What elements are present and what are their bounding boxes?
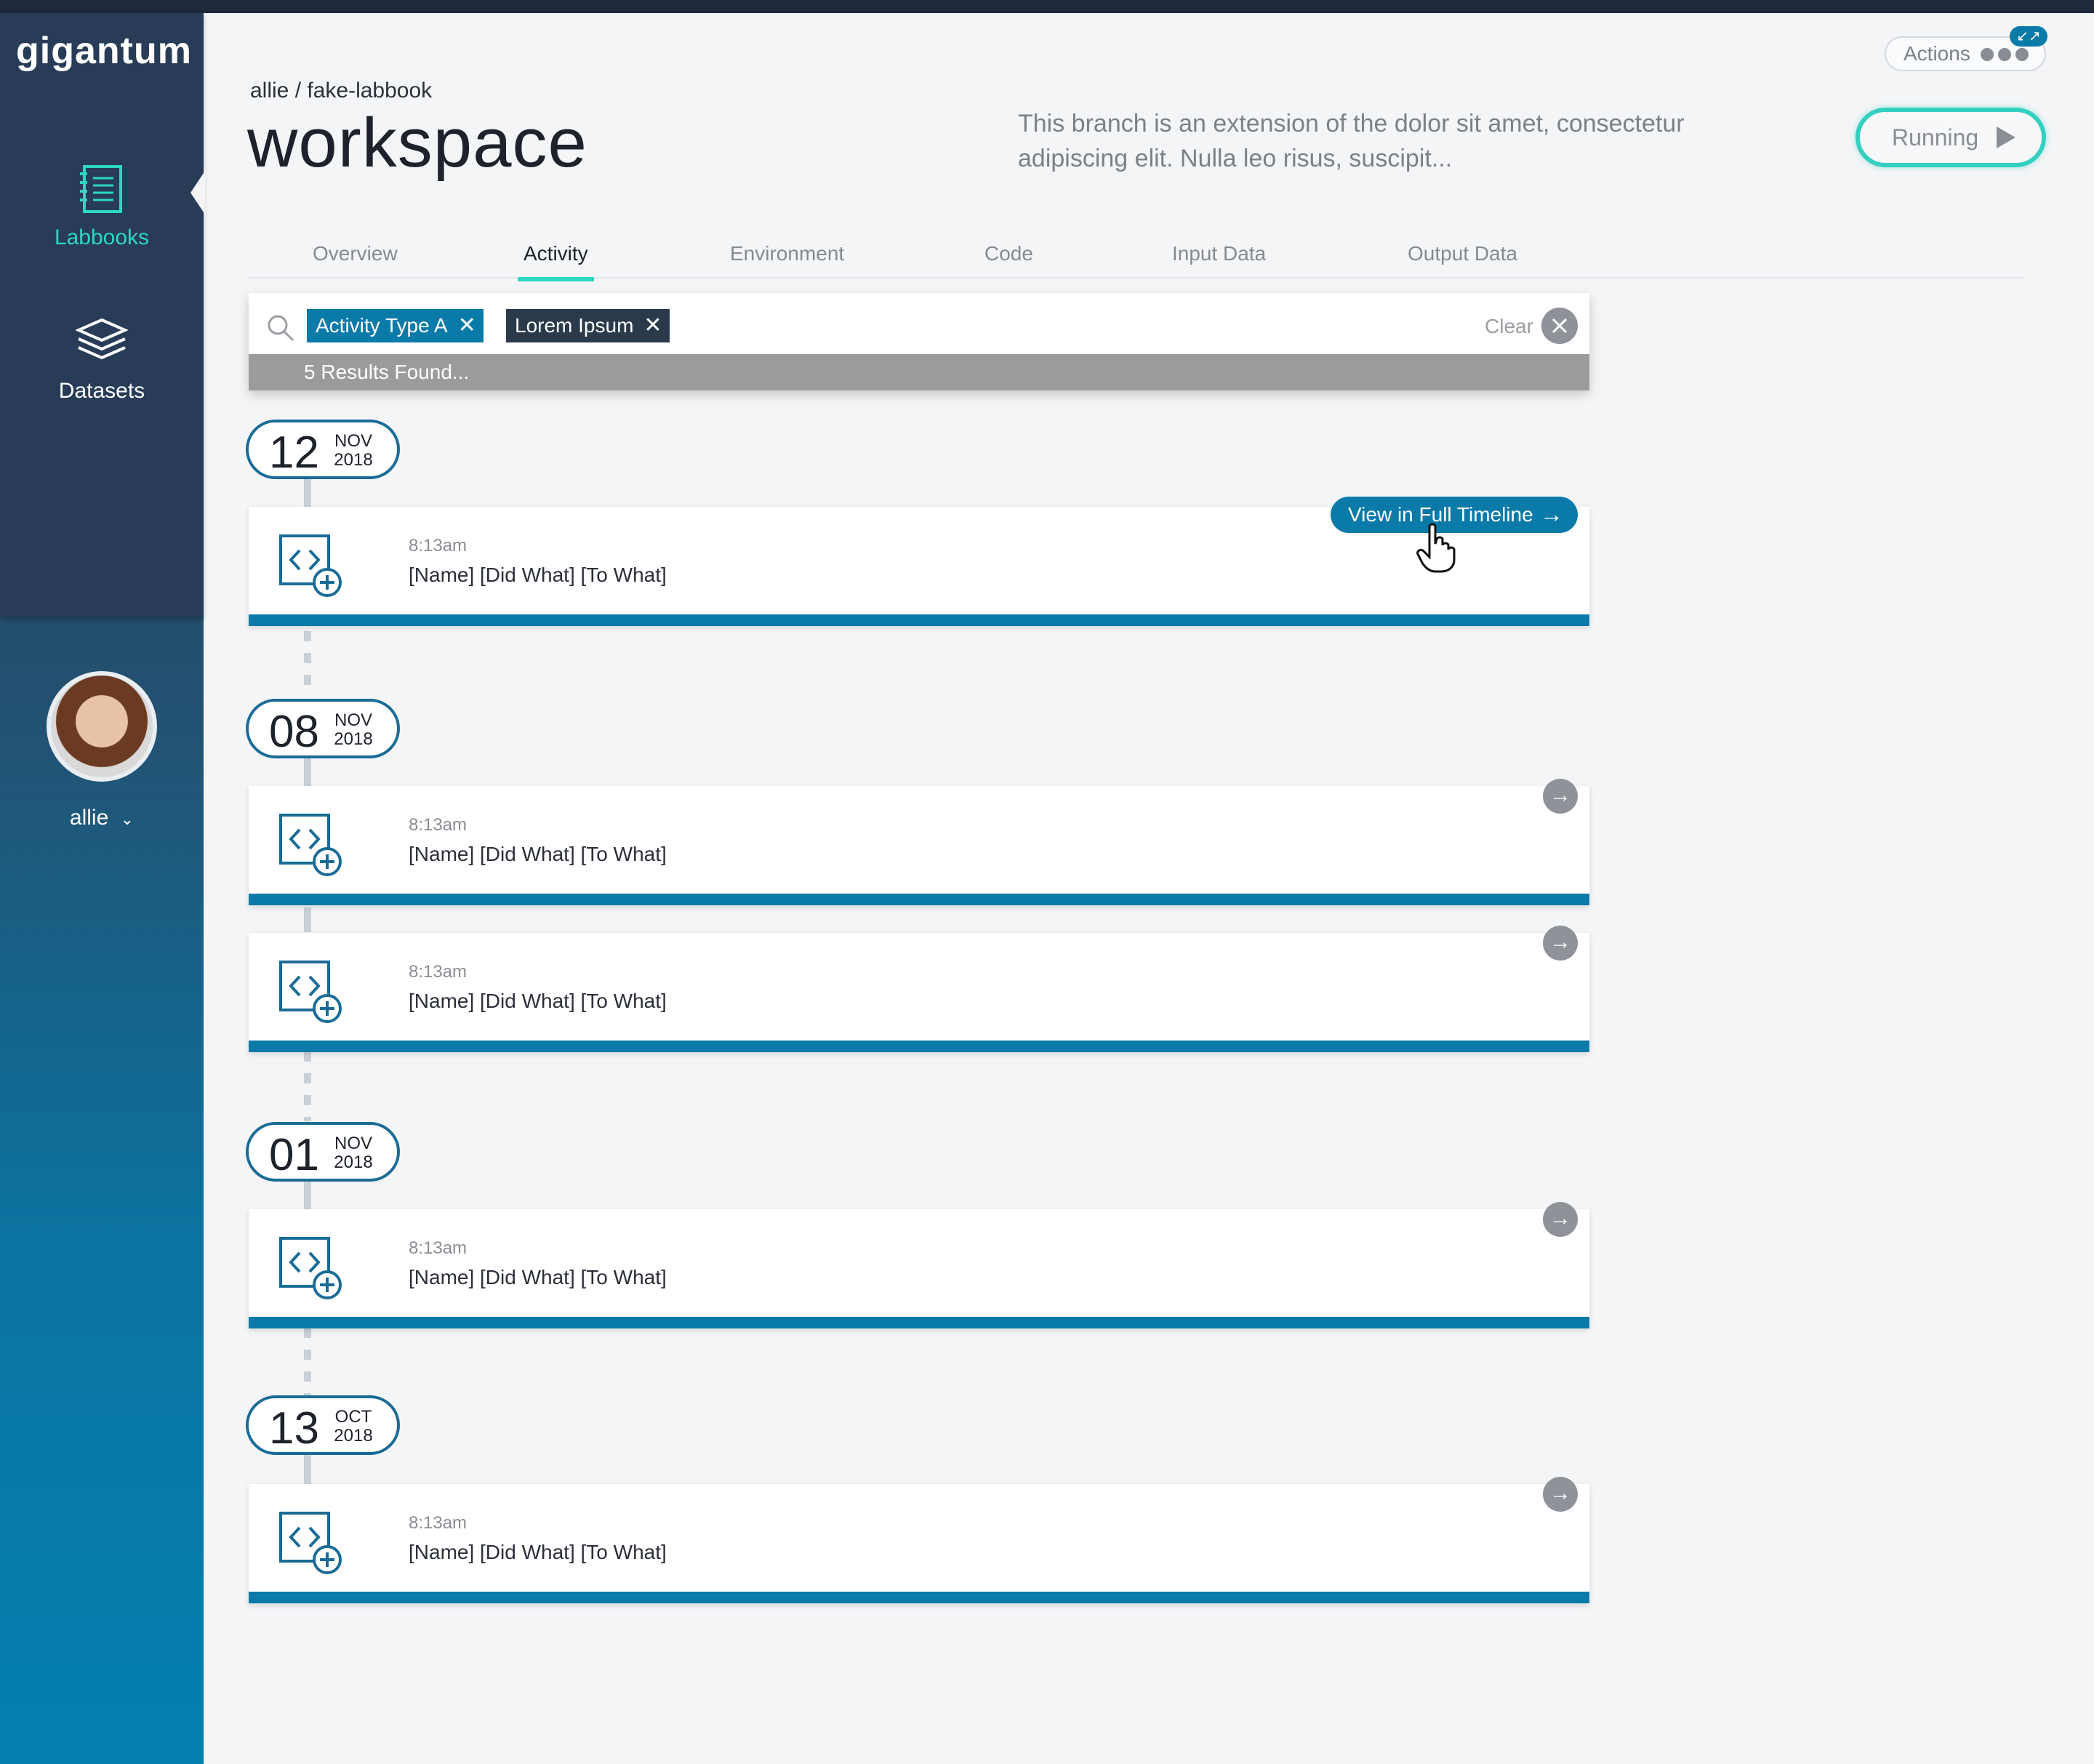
date-day: 13 [269,1403,319,1454]
date-year: 2018 [334,729,373,749]
activity-card[interactable]: 8:13am [Name] [Did What] [To What] → [249,779,1589,905]
sidebar-item-datasets[interactable]: Datasets [0,316,204,404]
breadcrumb[interactable]: allie / fake-labbook [250,79,432,103]
arrow-right-icon[interactable]: → [1543,779,1578,814]
clear-button[interactable]: Clear [1485,315,1533,338]
expand-icon[interactable]: ↙↗ [2010,26,2047,47]
timeline-line [304,758,311,788]
more-icon [1981,48,2029,61]
sidebar-item-label: Labbooks [54,225,150,249]
active-indicator [190,171,205,215]
branch-description: This branch is an extension of the dolor… [1018,110,1685,172]
code-add-icon [279,1512,342,1574]
activity-card[interactable]: 8:13am [Name] [Did What] [To What] → [249,926,1589,1052]
timeline-line [304,907,311,932]
sidebar: gigantum Labbooks Datasets allie ⌄ [0,13,204,1764]
tab-overview[interactable]: Overview [313,242,398,265]
logo: gigantum [16,30,192,72]
notebook-icon [80,165,122,213]
user-menu[interactable]: allie ⌄ [0,806,204,830]
filter-chip: Lorem Ipsum ✕ [506,309,670,342]
filter-chip-label: Lorem Ipsum [515,314,634,337]
activity-card[interactable]: 8:13am [Name] [Did What] [To What] View … [249,497,1589,626]
date-month: NOV [334,431,372,451]
date-year: 2018 [334,1426,373,1446]
search-icon [268,315,294,342]
username-label: allie [69,806,109,830]
tab-input-data[interactable]: Input Data [1172,242,1266,265]
filter-chip: Activity Type A ✕ [307,309,484,342]
sidebar-item-label: Datasets [58,379,145,403]
date-day: 08 [269,707,319,757]
date-marker: 08 NOV 2018 [246,699,400,758]
arrow-right-icon: → [1540,501,1563,527]
activity-time: 8:13am [409,1238,468,1258]
date-year: 2018 [334,1152,373,1172]
timeline-line [304,1328,311,1396]
date-year: 2018 [334,450,373,470]
sidebar-item-labbooks[interactable]: Labbooks [0,162,204,250]
date-day: 12 [269,428,319,478]
results-count: 5 Results Found... [249,354,1589,390]
tab-output-data[interactable]: Output Data [1408,242,1517,265]
close-icon[interactable]: ✕ [643,315,662,337]
avatar[interactable] [47,671,157,782]
chevron-down-icon: ⌄ [120,810,135,828]
arrow-right-icon[interactable]: → [1543,926,1578,961]
date-marker: 12 NOV 2018 [246,420,400,479]
close-icon[interactable]: ✕ [458,315,476,337]
activity-time: 8:13am [409,962,468,982]
timeline-line [304,478,311,508]
date-marker: 01 NOV 2018 [246,1122,400,1182]
hand-cursor-icon [1416,523,1456,573]
date-marker: 13 OCT 2018 [246,1395,400,1455]
status-label: Running [1892,124,1979,151]
page-title: workspace [247,104,587,182]
activity-card[interactable]: 8:13am [Name] [Did What] [To What] → [249,1202,1589,1328]
activity-time: 8:13am [409,1513,468,1533]
clear-icon[interactable] [1541,308,1578,344]
filter-panel: Activity Type A ✕ Lorem Ipsum ✕ Clear 5 … [249,293,1589,390]
play-icon [1997,127,2015,148]
activity-card[interactable]: 8:13am [Name] [Did What] [To What] → [249,1477,1589,1603]
timeline-line [304,1454,311,1485]
tab-environment[interactable]: Environment [730,242,844,265]
code-add-icon [279,961,342,1023]
timeline-line [304,1051,311,1121]
code-add-icon [279,1237,342,1299]
activity-text: [Name] [Did What] [To What] [409,564,667,586]
code-add-icon [279,814,342,876]
filter-chip-label: Activity Type A [316,314,448,337]
date-month: NOV [334,1134,372,1153]
date-day: 01 [269,1130,319,1180]
activity-text: [Name] [Did What] [To What] [409,990,667,1012]
status-button[interactable]: Running [1856,108,2046,167]
activity-text: [Name] [Did What] [To What] [409,1266,667,1288]
actions-label: Actions [1904,42,1970,65]
activity-text: [Name] [Did What] [To What] [409,1541,667,1563]
tab-code[interactable]: Code [984,242,1033,265]
activity-text: [Name] [Did What] [To What] [409,843,667,865]
arrow-right-icon[interactable]: → [1543,1202,1578,1237]
tab-activity[interactable]: Activity [518,242,594,281]
arrow-right-icon[interactable]: → [1543,1477,1578,1512]
top-bar [0,0,2094,13]
tab-bar: Overview Activity Environment Code Input… [247,242,2024,281]
date-month: NOV [334,710,372,730]
timeline-line [304,631,311,697]
code-add-icon [279,534,342,597]
timeline-line [304,1181,311,1210]
activity-time: 8:13am [409,815,468,835]
layers-icon [75,318,129,360]
sidebar-nav: gigantum Labbooks Datasets [0,13,204,617]
date-month: OCT [334,1407,372,1427]
activity-time: 8:13am [409,536,468,556]
